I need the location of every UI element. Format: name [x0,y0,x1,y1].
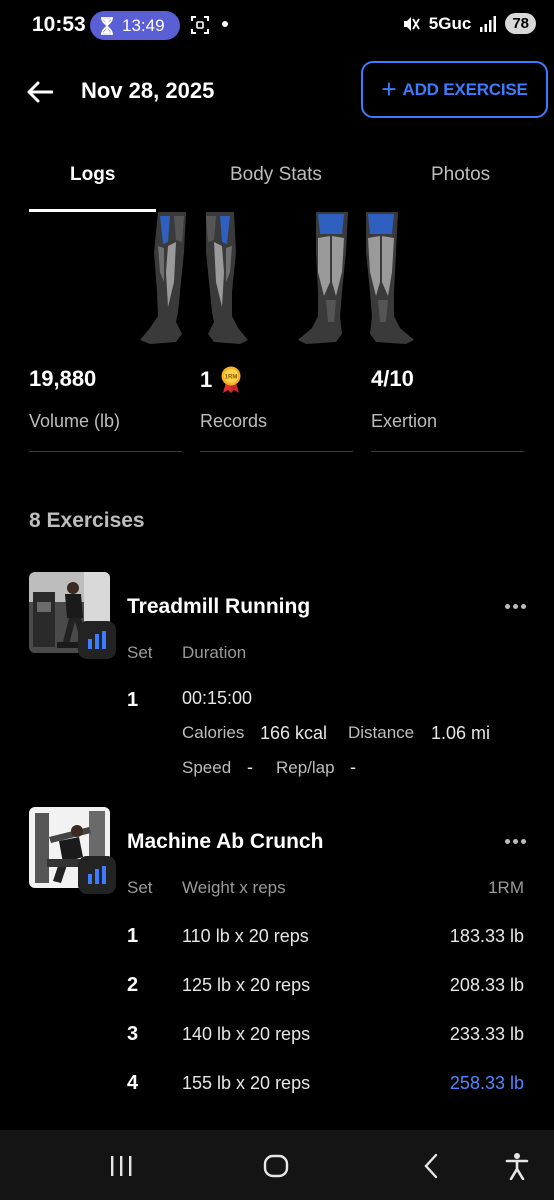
plus-icon: + [381,73,397,104]
exercise-stats-button[interactable] [78,856,116,894]
distance-label: Distance [348,723,415,742]
set-1rm-record: 258.33 lb [449,1073,524,1093]
more-dot [521,604,526,609]
bar-chart-icon [88,631,106,649]
exercise-more-button[interactable] [505,604,526,609]
column-header-set: Set [127,643,153,662]
set-number: 1 [127,925,139,947]
add-exercise-label: ADD EXERCISE [402,79,528,99]
nav-back-button[interactable] [420,1152,442,1180]
tab-body-stats[interactable]: Body Stats [230,164,322,186]
more-dot [513,604,518,609]
accessibility-icon [505,1153,529,1180]
app-header: Nov 28, 2025 + ADD EXERCISE [0,48,554,138]
home-icon [263,1154,289,1178]
set-weight-reps: 125 lb x 20 reps [182,975,311,995]
exercise-more-button[interactable] [505,839,526,844]
stat-exertion-label: Exertion [371,411,438,431]
status-bar: 10:53 13:49 5Guc 78 [0,0,554,48]
arrow-left-icon [27,81,53,103]
stat-exertion-value: 4/10 [371,366,414,391]
more-dot [513,839,518,844]
set-number: 4 [127,1072,139,1094]
home-button[interactable] [262,1152,290,1180]
set-weight-reps: 110 lb x 20 reps [182,926,309,946]
set-number: 1 [127,689,139,711]
stat-exertion[interactable]: 4/10 Exertion [371,360,524,452]
exercise-title[interactable]: Treadmill Running [127,595,310,619]
timer-text: 13:49 [122,15,165,35]
recents-icon [111,1156,132,1176]
tab-bar: Logs Body Stats Photos [0,138,554,212]
exercise-title[interactable]: Machine Ab Crunch [127,830,323,854]
battery-level: 78 [505,13,536,34]
signal-icon [480,15,497,32]
set-weight-reps: 155 lb x 20 reps [182,1073,311,1093]
status-time: 10:53 [32,13,86,36]
medal-icon: 1RM [221,366,241,393]
status-right: 5Guc 78 [401,13,536,34]
stat-records-value: 1 [200,367,213,392]
page-title: Nov 28, 2025 [81,78,215,103]
distance-value: 1.06 mi [431,723,491,743]
more-dot [521,839,526,844]
accessibility-button[interactable] [504,1152,530,1180]
replap-label: Rep/lap [276,758,335,777]
stat-records-value-row: 1 1RM [200,366,242,394]
exercises-count-heading: 8 Exercises [29,509,145,532]
recents-button[interactable] [108,1152,134,1180]
set-1rm: 183.33 lb [449,926,524,946]
notification-dot [222,21,228,27]
set-number: 2 [127,974,139,996]
workout-stats: 19,880 Volume (lb) 1 1RM Records 4/10 Ex… [0,360,554,455]
tab-logs[interactable]: Logs [70,164,115,186]
column-header-set: Set [127,878,153,897]
set-duration: 00:15:00 [182,688,253,708]
column-header-1rm: 1RM [488,878,524,897]
stat-records[interactable]: 1 1RM Records [200,360,353,452]
stat-records-label: Records [200,411,268,431]
medal-badge-text: 1RM [225,375,238,381]
screenshot-icon [191,16,209,34]
replap-value: - [350,757,356,777]
mute-icon [403,16,420,31]
speed-value: - [247,757,253,777]
front-legs-figure [140,212,248,344]
more-dot [505,604,510,609]
network-label: 5Guc [428,13,472,33]
calories-value: 166 kcal [260,723,328,743]
stat-volume-label: Volume (lb) [29,411,121,431]
hourglass-icon [101,16,113,35]
more-dot [505,839,510,844]
calories-label: Calories [182,723,245,742]
system-nav-bar [0,1130,554,1200]
speed-label: Speed [182,758,232,777]
set-weight-reps: 140 lb x 20 reps [182,1024,311,1044]
timer-chip[interactable]: 13:49 [90,11,180,40]
tab-photos[interactable]: Photos [431,164,490,186]
bar-chart-icon [88,866,106,884]
back-icon [424,1153,438,1179]
stat-volume-value: 19,880 [29,366,97,391]
exercise-stats-button[interactable] [78,621,116,659]
set-number: 3 [127,1023,139,1045]
set-1rm: 208.33 lb [449,975,524,995]
stat-volume: 19,880 Volume (lb) [29,360,182,452]
add-exercise-button[interactable]: + ADD EXERCISE [361,61,548,118]
back-button[interactable] [24,76,56,108]
column-header-duration: Duration [182,643,247,662]
muscle-map [140,212,414,344]
back-legs-figure [298,212,414,344]
set-1rm: 233.33 lb [449,1024,524,1044]
column-header-weight-reps: Weight x reps [182,878,286,897]
